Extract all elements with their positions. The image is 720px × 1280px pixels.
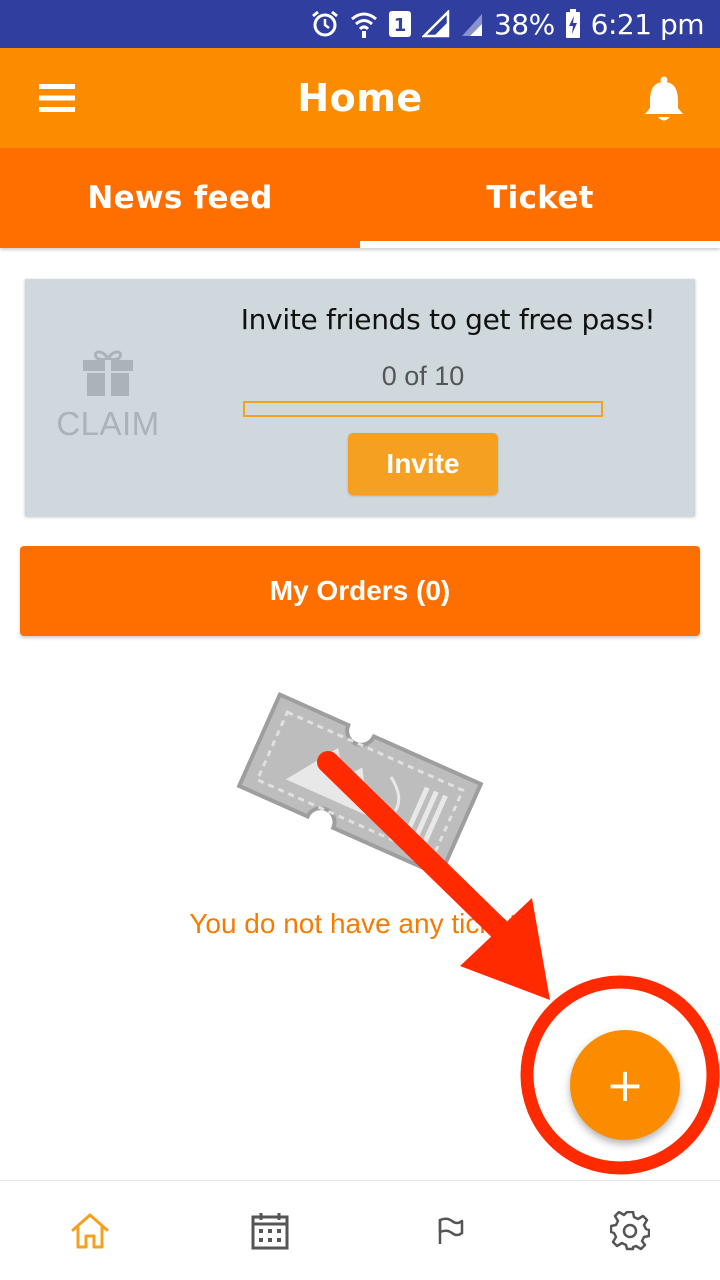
wifi-icon bbox=[350, 12, 377, 38]
signal-icon-2 bbox=[461, 14, 482, 36]
battery-percent: 38% bbox=[493, 7, 555, 41]
invite-progress-bar bbox=[243, 401, 603, 417]
add-ticket-button[interactable]: + bbox=[570, 1030, 680, 1140]
menu-button[interactable] bbox=[28, 74, 86, 122]
tab-ticket-label: Ticket bbox=[486, 180, 594, 216]
battery-charging-icon bbox=[565, 9, 580, 38]
tab-news-feed[interactable]: News feed bbox=[0, 148, 360, 248]
bottom-navigation bbox=[0, 1180, 720, 1280]
home-icon bbox=[71, 1213, 109, 1248]
claim-button[interactable]: CLAIM bbox=[53, 349, 163, 443]
nav-settings[interactable] bbox=[540, 1181, 720, 1280]
clock: 6:21 pm bbox=[590, 7, 705, 41]
nav-home[interactable] bbox=[0, 1181, 180, 1280]
tab-news-feed-label: News feed bbox=[87, 180, 273, 216]
status-icons: 1 38% 6:21 pm bbox=[310, 6, 705, 42]
app-bar: Home bbox=[0, 48, 720, 148]
invite-button[interactable]: Invite bbox=[348, 433, 498, 495]
nav-flag[interactable] bbox=[360, 1181, 540, 1280]
my-orders-button[interactable]: My Orders (0) bbox=[20, 546, 700, 636]
bell-icon bbox=[645, 76, 683, 121]
invite-card: CLAIM Invite friends to get free pass! 0… bbox=[25, 279, 695, 516]
flag-icon bbox=[438, 1216, 464, 1244]
gear-icon bbox=[610, 1210, 650, 1250]
empty-state-message: You do not have any tickets bbox=[189, 908, 531, 939]
tab-selected-indicator bbox=[360, 241, 720, 248]
nav-calendar[interactable] bbox=[180, 1181, 360, 1280]
status-bar: 1 38% 6:21 pm bbox=[0, 0, 720, 48]
hamburger-icon bbox=[39, 84, 75, 112]
notifications-button[interactable] bbox=[638, 74, 690, 126]
gift-icon bbox=[83, 350, 133, 396]
invite-headline: Invite friends to get free pass! bbox=[240, 303, 656, 336]
ticket-illustration bbox=[236, 691, 484, 879]
invite-progress-text: 0 of 10 bbox=[381, 361, 465, 391]
calendar-icon bbox=[251, 1212, 289, 1249]
tab-bar: News feed Ticket bbox=[0, 148, 720, 248]
tab-ticket[interactable]: Ticket bbox=[360, 148, 720, 248]
signal-icon-1 bbox=[421, 10, 450, 38]
claim-label: CLAIM bbox=[56, 405, 160, 442]
alarm-icon bbox=[312, 10, 338, 37]
sim-slot-icon: 1 bbox=[388, 11, 411, 37]
sim-slot-label: 1 bbox=[394, 15, 407, 36]
page-title: Home bbox=[297, 76, 423, 120]
